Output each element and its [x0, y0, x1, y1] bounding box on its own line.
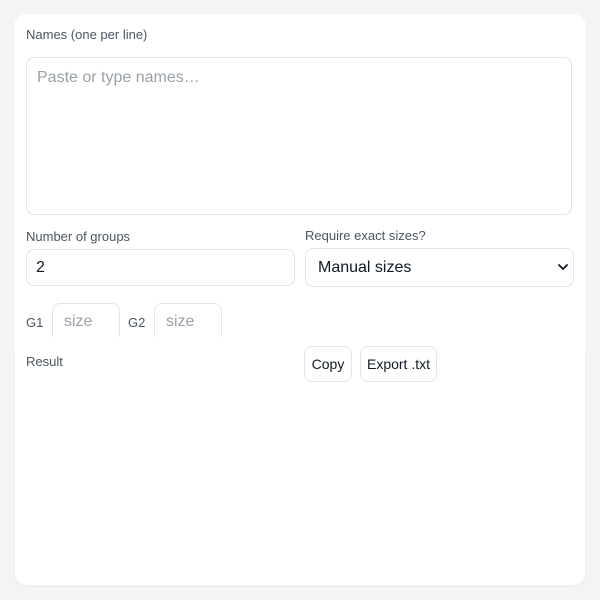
names-textarea[interactable]: Paste or type names…	[26, 57, 572, 215]
group-2-label: G2	[128, 315, 146, 330]
group-2-size-input[interactable]: size	[154, 303, 222, 337]
require-exact-sizes-select[interactable]: Manual sizes	[305, 248, 574, 287]
select-value: Manual sizes	[318, 259, 412, 276]
copy-button[interactable]: Copy	[304, 346, 352, 382]
chevron-down-icon	[558, 264, 568, 270]
names-label: Names (one per line)	[26, 27, 148, 42]
export-txt-button[interactable]: Export .txt	[360, 346, 437, 382]
result-output-area	[14, 350, 586, 586]
number-of-groups-label: Number of groups	[26, 229, 131, 244]
group-maker-card: Names (one per line) Paste or type names…	[14, 14, 586, 586]
number-of-groups-input[interactable]: 2	[26, 249, 295, 286]
group-1-size-input[interactable]: size	[52, 303, 120, 337]
require-exact-sizes-label: Require exact sizes?	[305, 228, 426, 243]
result-label: Result	[26, 354, 63, 369]
group-1-label: G1	[26, 315, 44, 330]
